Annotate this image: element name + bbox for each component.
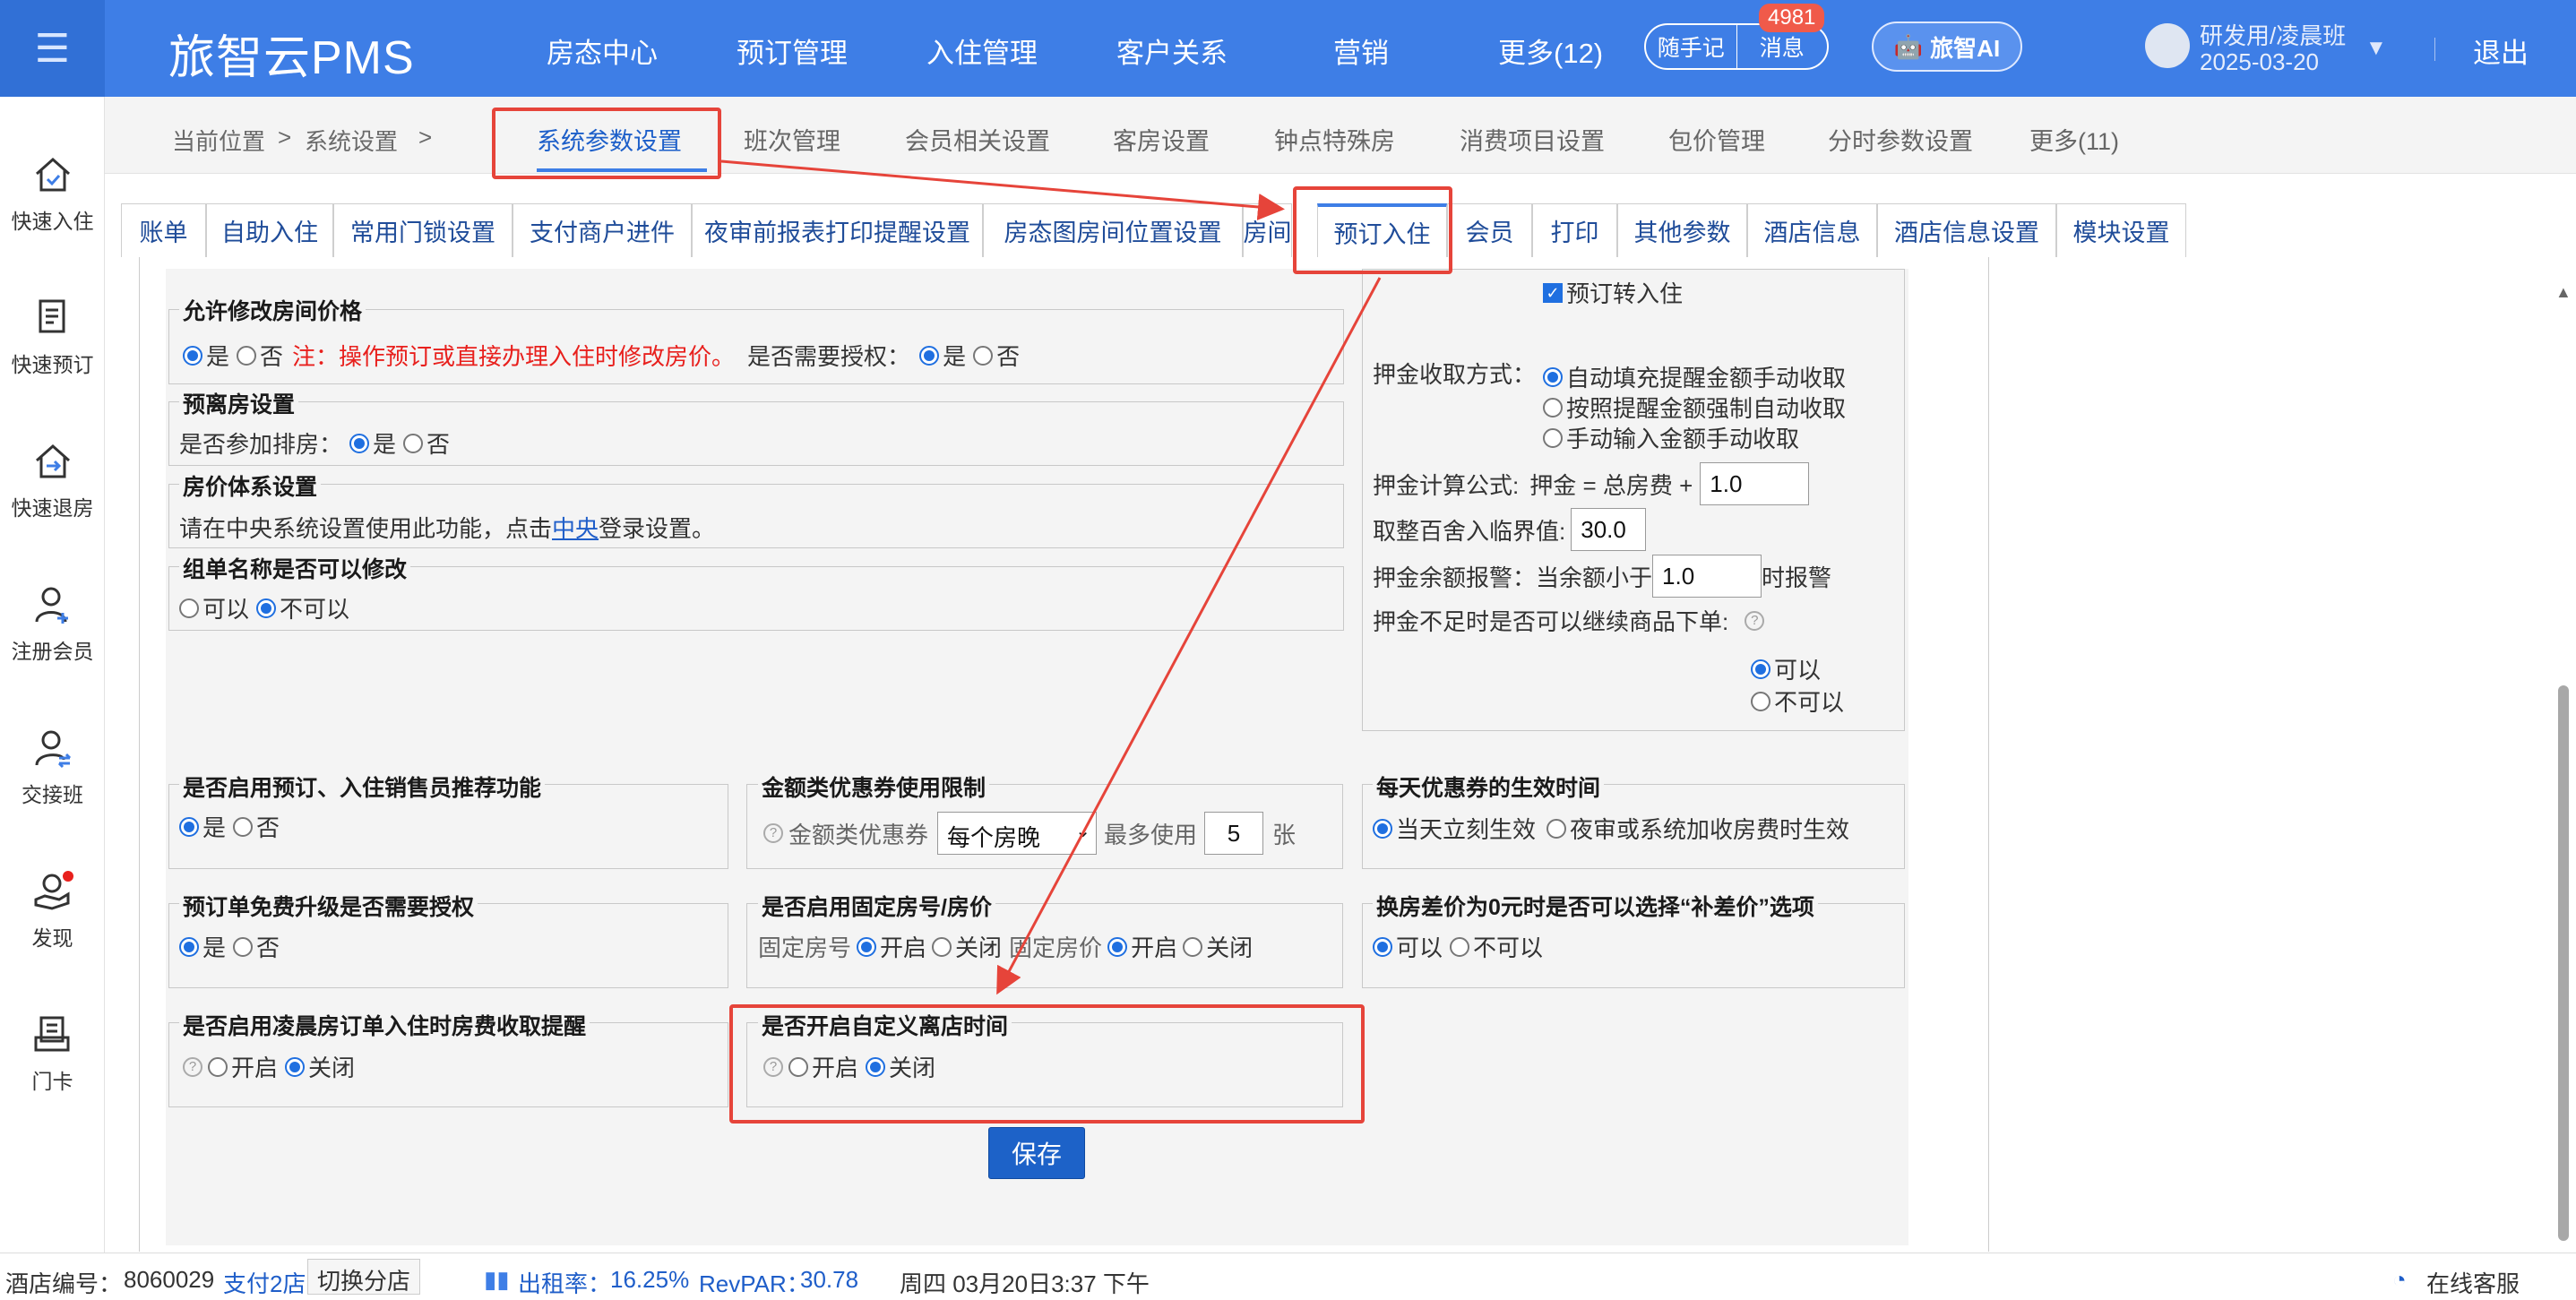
annotation-arrows <box>720 159 1382 995</box>
arrow <box>996 277 1382 995</box>
occupancy-value: 16.25% <box>610 1266 690 1293</box>
switch-branch-button[interactable]: 切换分店 <box>307 1259 421 1295</box>
hotel-no-label: 酒店编号： <box>5 1270 123 1297</box>
branch-name[interactable]: 支付2店 <box>223 1266 306 1299</box>
status-bar: 酒店编号： 8060029 支付2店 切换分店 ▮▮ 出租率： 16.25% R… <box>0 1253 2576 1300</box>
chart-bar-icon: ▮▮ <box>484 1266 510 1293</box>
support-icon[interactable]: ◔ <box>2392 1266 2407 1294</box>
hotel-no: 8060029 <box>124 1266 215 1293</box>
revpar-label: RevPAR： <box>699 1270 810 1297</box>
revpar-value: 30.78 <box>800 1266 859 1293</box>
occupancy-label: 出租率： <box>518 1270 612 1297</box>
scroll-up-arrow[interactable]: ▲ <box>2555 283 2572 302</box>
scrollbar-thumb[interactable] <box>2558 685 2569 1241</box>
arrow <box>720 159 1285 220</box>
online-support[interactable]: 在线客服 <box>2426 1266 2520 1299</box>
datetime: 周四 03月20日3:37 下午 <box>900 1270 1150 1297</box>
